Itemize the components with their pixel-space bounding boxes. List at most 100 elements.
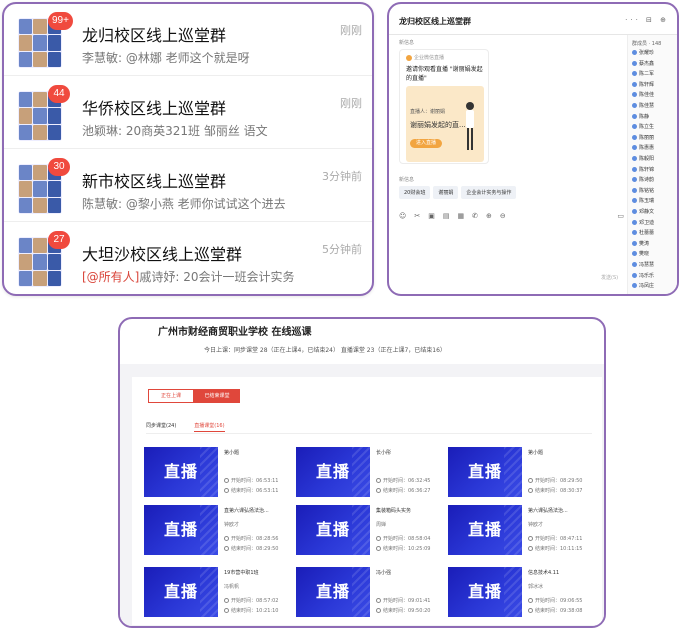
clock-icon <box>376 546 381 551</box>
member-item[interactable]: 陈佳慧 <box>632 102 676 111</box>
course-card[interactable]: 直播 冯小强 开始时间：09:01:41 结束时间：09:50:20 <box>296 567 446 617</box>
live-thumbnail[interactable]: 直播 <box>448 447 522 497</box>
screen-icon[interactable]: ▭ <box>617 212 624 220</box>
live-thumbnail[interactable]: 直播 <box>296 505 370 555</box>
preview-text: 池颖琳: 20商英321班 邹丽丝 语文 <box>82 124 268 138</box>
member-item[interactable]: 陈轩锦 <box>632 166 676 175</box>
chat-item[interactable]: 44 华侨校区线上巡堂群 刚刚 池颖琳: 20商英321班 邹丽丝 语文 <box>4 77 372 149</box>
chat-name: 大坦沙校区线上巡堂群 <box>82 245 243 264</box>
member-item[interactable]: 邓卫迪 <box>632 219 676 228</box>
member-item[interactable]: 陈轩辉 <box>632 81 676 90</box>
live-thumbnail[interactable]: 直播 <box>296 567 370 617</box>
tag: 谢丽娟 <box>433 186 459 199</box>
course-card[interactable]: 直播 19市营中职1班 冯帆帆 开始时间：08:57:02 结束时间：10:21:10 <box>144 567 294 617</box>
clock-icon <box>528 536 533 541</box>
live-thumbnail[interactable]: 直播 <box>144 505 218 555</box>
member-item[interactable]: 蔡杰鑫 <box>632 60 676 69</box>
add-icon[interactable]: ⊕ <box>486 212 492 220</box>
scissors-icon[interactable]: ✂ <box>414 212 420 220</box>
clock-icon <box>528 478 533 483</box>
user-avatar-icon <box>632 81 637 87</box>
course-title: 19市营中职1班 <box>224 570 259 576</box>
clock-icon <box>528 608 533 613</box>
live-thumbnail[interactable]: 直播 <box>448 567 522 617</box>
image-icon[interactable]: ▣ <box>428 212 435 220</box>
member-item[interactable]: 陈毅阳 <box>632 155 676 164</box>
member-item[interactable]: 陈丽丽 <box>632 134 676 143</box>
tab-sync[interactable]: 同步课堂(24) <box>146 422 176 432</box>
chat-item[interactable]: 27 大坦沙校区线上巡堂群 5分钟前 [@所有人]戚诗妤: 20会计一班会计实务 <box>4 223 372 294</box>
tab-live[interactable]: 直播课堂(16) <box>194 422 225 432</box>
user-avatar-icon <box>632 283 637 289</box>
member-item[interactable]: 冯凤庄 <box>632 282 676 291</box>
member-item[interactable]: 邓静文 <box>632 208 676 217</box>
member-item[interactable]: 陈二军 <box>632 70 676 79</box>
emoji-icon[interactable]: ☺ <box>399 212 406 220</box>
course-title: 第小题 <box>528 450 544 456</box>
course-start: 开始时间：09:01:41 <box>376 597 430 604</box>
user-avatar-icon <box>632 209 637 214</box>
member-item[interactable]: 陈佳佳 <box>632 91 676 100</box>
window-controls-icon[interactable]: ··· ⊟ ⊕ <box>625 16 669 24</box>
member-item[interactable]: 樊涛 <box>632 240 676 249</box>
member-item[interactable]: 陈静 <box>632 113 676 122</box>
member-item[interactable]: 张耀珍 <box>632 49 676 58</box>
card-host: 直播人：谢丽娟 <box>410 109 446 115</box>
user-avatar-icon <box>632 177 637 183</box>
more-icon[interactable]: ⊖ <box>500 212 506 220</box>
user-avatar-icon <box>632 145 637 151</box>
member-item[interactable]: 冯慧慧 <box>632 261 676 270</box>
course-end: 结束时间：08:30:37 <box>528 487 582 494</box>
course-card[interactable]: 直播 第六课弘扬法治... 钟欧才 开始时间：08:47:11 结束时间：10:11:1… <box>448 505 598 555</box>
course-card[interactable]: 直播 长小彤 开始时间：06:32:45 结束时间：06:36:27 <box>296 447 446 497</box>
folder-icon[interactable]: ▦ <box>457 212 464 220</box>
course-card[interactable]: 直播 集装箱码头实务 周婵 开始时间：08:58:04 结束时间：10:25:09 <box>296 505 446 555</box>
live-thumbnail[interactable]: 直播 <box>144 447 218 497</box>
member-item[interactable]: 陈玉瑞 <box>632 197 676 206</box>
member-item[interactable]: 冯乐乐 <box>632 272 676 281</box>
course-end: 结束时间：06:53:11 <box>224 487 278 494</box>
user-avatar-icon <box>632 113 637 119</box>
at-all-tag: [@所有人] <box>82 270 140 284</box>
course-end: 结束时间：09:50:20 <box>376 607 430 614</box>
course-card[interactable]: 直播 信息技术4.11 郭冰冰 开始时间：09:06:55 结束时间：09:38:08 <box>448 567 598 617</box>
filter-ongoing[interactable]: 正在上课 <box>148 389 194 403</box>
course-title: 集装箱码头实务 <box>376 508 412 514</box>
member-item[interactable]: 陈诗韵 <box>632 176 676 185</box>
live-invite-card[interactable]: 企业微信直播 邀请你观看直播 "谢丽娟发起的直播" 直播人：谢丽娟 谢丽娟发起的… <box>399 49 489 164</box>
chat-time: 刚刚 <box>340 97 362 110</box>
member-item[interactable]: 陈铭铭 <box>632 187 676 196</box>
user-avatar-icon <box>632 198 637 204</box>
chat-preview: [@所有人]戚诗妤: 20会计一班会计实务 <box>82 268 295 285</box>
phone-icon[interactable]: ✆ <box>472 212 478 220</box>
file-icon[interactable]: ▤ <box>443 212 450 220</box>
course-card[interactable]: 直播 直第六课弘扬法治... 钟欧才 开始时间：08:28:56 结束时间：08:29:… <box>144 505 294 555</box>
clock-icon <box>376 598 381 603</box>
member-item[interactable]: 杜蕾蕾 <box>632 229 676 238</box>
live-thumbnail[interactable]: 直播 <box>448 505 522 555</box>
live-thumbnail[interactable]: 直播 <box>296 447 370 497</box>
course-card[interactable]: 直播 第小题 开始时间：06:53:11 结束时间：06:53:11 <box>144 447 294 497</box>
course-card[interactable]: 直播 第小题开始时间：08:29:50 结束时间：08:30:37 <box>448 447 598 497</box>
filter-ended[interactable]: 已结束课堂 <box>194 389 240 403</box>
user-avatar-icon <box>632 240 637 246</box>
clock-icon <box>376 608 381 613</box>
unread-badge: 99+ <box>48 12 73 30</box>
clock-icon <box>528 488 533 493</box>
course-start: 开始时间：08:29:50 <box>528 477 582 484</box>
course-teacher: 冯帆帆 <box>224 584 240 590</box>
enter-live-button[interactable]: 进入直播 <box>410 139 442 148</box>
user-avatar-icon <box>632 166 637 172</box>
chat-item[interactable]: 99+ 龙归校区线上巡堂群 刚刚 李慧敏: @林娜 老师这个就是呀 <box>4 4 372 76</box>
member-item[interactable]: 陈立生 <box>632 123 676 132</box>
user-avatar-icon <box>632 103 637 108</box>
send-button[interactable]: 发送(S) <box>601 274 618 281</box>
input-toolbar: ☺ ✂ ▣ ▤ ▦ ✆ ⊕ ⊖ ▭ <box>399 212 624 220</box>
tag: 20财会班 <box>399 186 431 199</box>
live-thumbnail[interactable]: 直播 <box>144 567 218 617</box>
page-title: 广州市财经商贸职业学校 在线巡课 <box>158 327 312 338</box>
course-title: 第小题 <box>224 450 240 456</box>
chat-item[interactable]: 30 新市校区线上巡堂群 3分钟前 陈慧敏: @黎小燕 老师你试试这个进去 <box>4 150 372 222</box>
member-item[interactable]: 陈惠惠 <box>632 144 676 153</box>
member-item[interactable]: 樊晓 <box>632 250 676 259</box>
